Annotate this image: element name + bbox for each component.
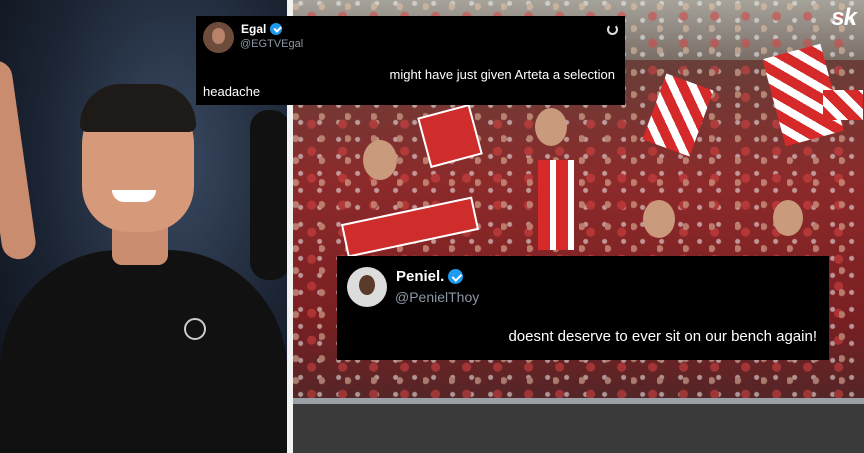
shirt-logo-icon xyxy=(184,318,206,340)
tweet-card: Egal @EGTVEgal might have just given Art… xyxy=(196,16,625,105)
verified-icon xyxy=(270,23,283,35)
flag xyxy=(823,90,863,120)
smile xyxy=(112,190,156,202)
black-polo-shirt xyxy=(0,250,287,453)
fan xyxy=(535,108,567,146)
tweet-text-line: might have just given Arteta a selection xyxy=(389,67,615,82)
brand-logo: sk xyxy=(831,4,857,31)
author-name: Peniel. xyxy=(396,268,445,285)
author-handle: @PenielThoy xyxy=(395,289,480,305)
author-name: Egal xyxy=(241,22,267,36)
tweet-text-line: headache xyxy=(203,84,261,99)
tweet-author: Peniel. xyxy=(396,268,464,285)
avatar xyxy=(203,22,234,53)
verified-icon xyxy=(448,269,464,284)
scarf xyxy=(538,160,574,250)
fan xyxy=(773,200,803,236)
fan xyxy=(643,200,675,238)
raised-arm xyxy=(0,58,38,262)
tweet-author: Egal xyxy=(241,22,283,36)
raised-arm-right xyxy=(250,110,287,280)
refresh-icon xyxy=(607,24,618,35)
tweet-text: doesnt deserve to ever sit on our bench … xyxy=(508,328,817,345)
tweet-card: Peniel. @PenielThoy doesnt deserve to ev… xyxy=(337,256,829,360)
author-handle: @EGTVEgal xyxy=(240,38,304,50)
railing xyxy=(293,398,864,453)
fan xyxy=(363,140,397,180)
avatar xyxy=(347,267,387,307)
hair xyxy=(80,84,196,132)
